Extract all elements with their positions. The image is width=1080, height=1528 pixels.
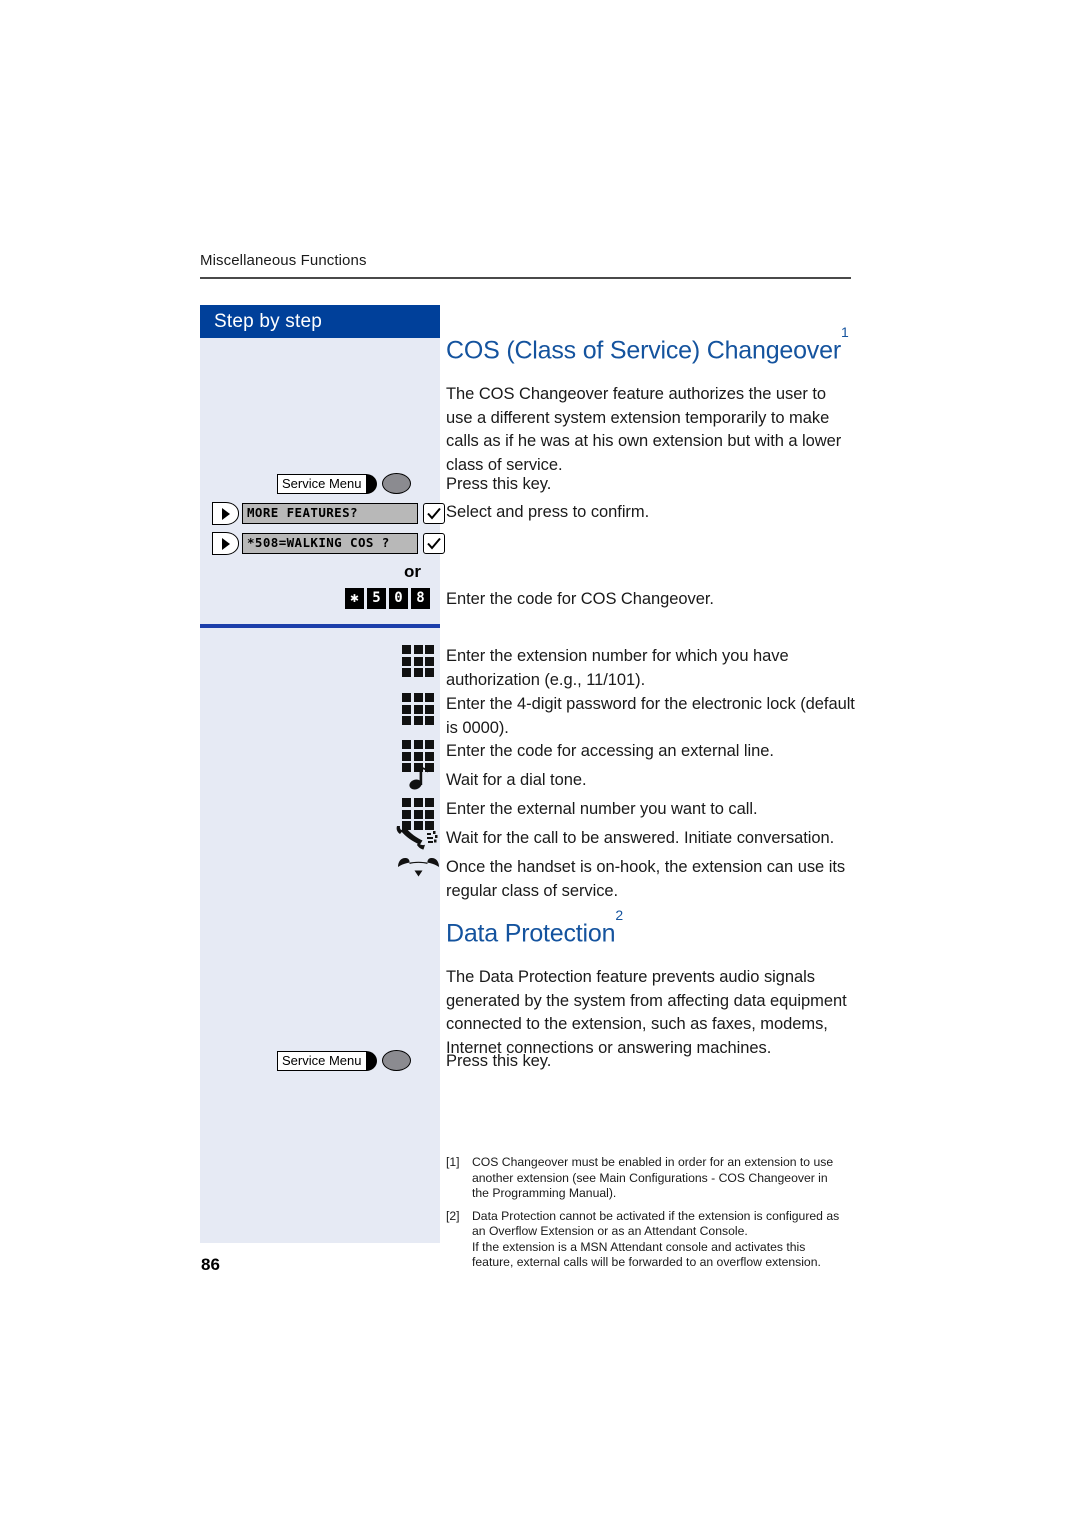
footnote-1-marker: [1] [446,1155,460,1169]
step-text-wait-answer: Wait for the call to be answered. Initia… [446,829,835,847]
footnotes: [1] COS Changeover must be enabled in or… [446,1155,846,1278]
lcd-text-walking-cos: *508=WALKING COS ? [242,533,418,554]
menu-row-walking-cos[interactable]: *508=WALKING COS ? [212,532,445,555]
handset-ringing-icon [394,824,438,857]
step-text-enter-external-number: Enter the external number you want to ca… [446,800,758,818]
header-rule [200,277,851,279]
step-text-onhook-regular-cos: Once the handset is on-hook, the extensi… [446,858,846,900]
service-menu-key-label: Service Menu [277,473,368,494]
service-menu-key-2[interactable]: Service Menu [277,1050,412,1071]
service-menu-key-label: Service Menu [277,1050,368,1071]
or-label: or [404,562,421,581]
checkmark-key-icon[interactable] [423,533,445,554]
footnote-2-text: Data Protection cannot be activated if t… [472,1208,840,1239]
menu-row-more-features[interactable]: MORE FEATURES? [212,502,445,525]
step-by-step-column [200,305,440,1243]
lcd-text-more-features: MORE FEATURES? [242,503,418,524]
step-text-enter-extension: Enter the extension number for which you… [446,647,789,689]
page-number: 86 [201,1255,220,1274]
dial-tone-icon [408,765,450,796]
running-header: Miscellaneous Functions [200,252,367,269]
document-page: Miscellaneous Functions Step by step Ser… [0,0,1080,1528]
step-text-enter-password: Enter the 4-digit password for the elect… [446,695,855,737]
section-title-text: Data Protection [446,919,616,948]
section-title-text: COS (Class of Service) Changeover [446,336,841,365]
service-menu-key-lamp [382,473,412,494]
digit-key-asterisk[interactable]: ✱ [345,588,364,609]
service-menu-key-pip [366,1050,378,1071]
step-text-press-key-2: Press this key. [446,1052,552,1070]
footnote-2-body: Data Protection cannot be activated if t… [472,1209,846,1271]
footnote-2-text-continued: If the extension is a MSN Attendant cons… [472,1239,821,1270]
section-title-data-protection: Data Protection2 [446,907,856,948]
column-divider [200,624,440,628]
footnote-1-text: COS Changeover must be enabled in order … [472,1155,834,1200]
footnote-2: [2] Data Protection cannot be activated … [446,1209,846,1271]
footnote-2-marker: [2] [446,1208,460,1223]
step-text-enter-cos-code: Enter the code for COS Changeover. [446,590,714,608]
step-by-step-header: Step by step [200,305,440,338]
service-menu-key-pip [366,473,378,494]
handset-onhook-icon [396,855,439,886]
step-text-select-confirm: Select and press to confirm. [446,503,650,521]
step-text-press-key-1: Press this key. [446,475,552,493]
digit-key-8[interactable]: 8 [411,588,430,609]
code-digit-keys[interactable]: ✱ 5 0 8 [345,588,430,609]
nav-arrow-key-icon[interactable] [212,532,239,555]
service-menu-key-1[interactable]: Service Menu [277,473,412,494]
keypad-icon [402,645,444,677]
section-intro-data-protection: The Data Protection feature prevents aud… [446,968,847,1057]
digit-key-5[interactable]: 5 [367,588,386,609]
section-intro-cos-changeover: The COS Changeover feature authorizes th… [446,385,842,474]
footnote-1: [1] COS Changeover must be enabled in or… [446,1155,846,1202]
footnote-marker: 2 [615,907,623,924]
step-text-wait-dial-tone: Wait for a dial tone. [446,771,587,789]
service-menu-key-lamp [382,1050,412,1071]
step-text-enter-external-line-code: Enter the code for accessing an external… [446,742,774,760]
section-title-cos-changeover: COS (Class of Service) Changeover1 [446,324,856,365]
checkmark-key-icon[interactable] [423,503,445,524]
nav-arrow-key-icon[interactable] [212,502,239,525]
digit-key-0[interactable]: 0 [389,588,408,609]
footnote-marker: 1 [840,324,849,341]
keypad-icon [402,693,444,725]
step-by-step-label: Step by step [214,311,323,332]
